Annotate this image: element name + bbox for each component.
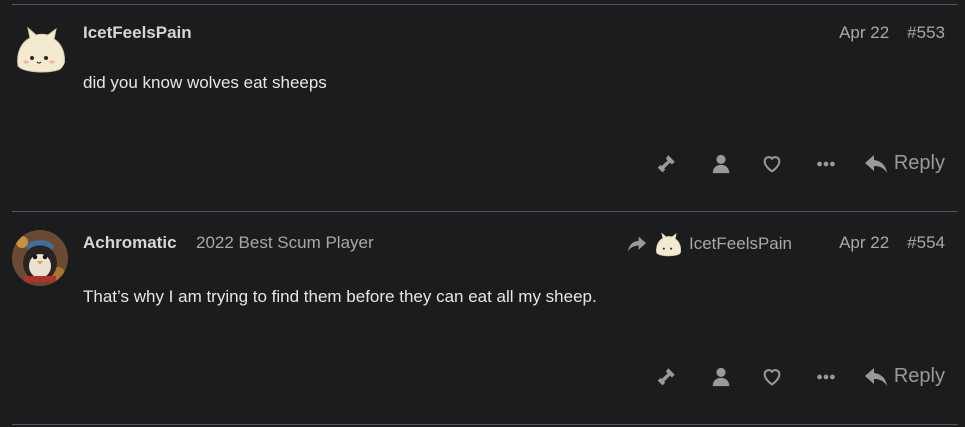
user-title: 2022 Best Scum Player [196,233,374,252]
cat-dumpling-avatar-icon [656,232,681,257]
post-body: That’s why I am trying to find them befo… [83,287,597,306]
reply-to-tab[interactable]: IcetFeelsPain [627,231,792,257]
avatar[interactable] [12,230,68,286]
ellipsis-icon[interactable] [814,366,838,388]
post-divider [12,424,958,425]
heart-icon[interactable] [760,366,784,388]
post-meta: Apr 22 #554 [839,233,945,253]
reply-to-username: IcetFeelsPain [689,234,792,253]
post-date[interactable]: Apr 22 [839,233,889,253]
penguin-avatar-icon [12,230,68,286]
reply-label: Reply [893,365,945,387]
post-actions: Reply [654,365,945,388]
reply-button[interactable]: Reply [864,365,945,388]
username[interactable]: Achromatic [83,233,177,253]
post-number[interactable]: #554 [907,233,945,253]
gavel-icon[interactable] [654,366,678,388]
reply-icon [864,367,887,386]
user-icon[interactable] [709,366,733,388]
post-554: Achromatic 2022 Best Scum Player IcetFee… [0,0,965,427]
reply-arrow-icon [628,236,646,252]
